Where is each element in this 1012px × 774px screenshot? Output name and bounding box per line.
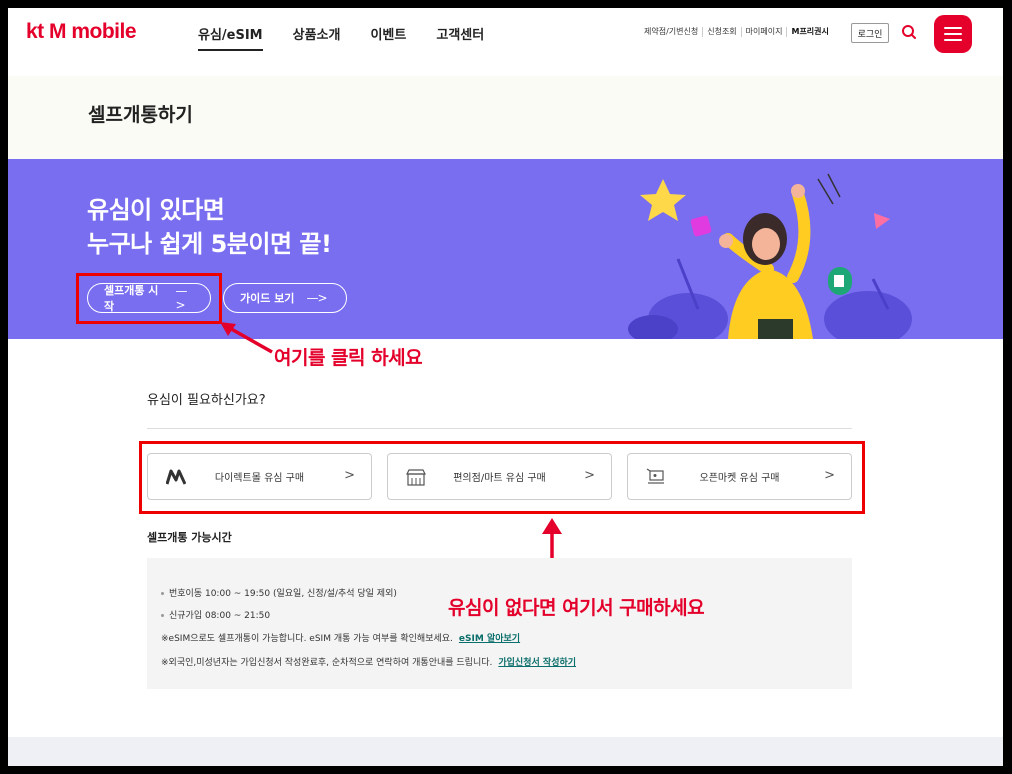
hours-title: 셀프개통 가능시간 (147, 531, 232, 544)
search-icon[interactable] (901, 24, 917, 40)
util-link-mypage[interactable]: 마이페이지 (742, 27, 788, 37)
main-nav: 유심/eSIM 상품소개 이벤트 고객센터 (198, 24, 484, 51)
nav-usim-esim[interactable]: 유심/eSIM (198, 24, 263, 51)
util-links: 제약점/기변신청 신청조회 마이페이지 M프리권시 (640, 27, 833, 37)
logo-text: M mobile (49, 20, 137, 43)
hours-new: 신규가입 08:00 ~ 21:50 (161, 608, 270, 621)
esim-note: ※eSIM으로도 셀프개통이 가능합니다. eSIM 개통 가능 여부를 확인해… (161, 631, 520, 644)
hours-port-in: 번호이동 10:00 ~ 19:50 (일요일, 신정/설/추석 당일 제외) (161, 586, 397, 599)
logo-kt: kt (26, 20, 44, 43)
banner-line2: 누구나 쉽게 5분이면 끝! (87, 230, 332, 258)
annotation-buy-here: 유심이 없다면 여기서 구매하세요 (448, 597, 705, 619)
nav-support[interactable]: 고객센터 (436, 24, 484, 51)
esim-info-link[interactable]: eSIM 알아보기 (459, 634, 520, 644)
menu-line-icon (944, 27, 962, 29)
nav-events[interactable]: 이벤트 (370, 24, 406, 51)
site-header: kt M mobile 유심/eSIM 상품소개 이벤트 고객센터 제약점/기변… (8, 8, 1003, 76)
hero-banner: 유심이 있다면 누구나 쉽게 5분이면 끝! 셀프개통 시작 —> 가이드 보기… (8, 159, 1003, 339)
page-title: 셀프개통하기 (88, 104, 193, 126)
util-link-status[interactable]: 신청조회 (703, 27, 742, 37)
annotation-click-here: 여기를 클릭 하세요 (274, 347, 423, 369)
util-link-store[interactable]: 제약점/기변신청 (640, 27, 704, 37)
hours-info-box: 번호이동 10:00 ~ 19:50 (일요일, 신정/설/추석 당일 제외) … (147, 558, 852, 689)
bullet-icon (161, 614, 164, 617)
annotation-arrow-icon (220, 322, 273, 354)
browser-frame: kt M mobile 유심/eSIM 상품소개 이벤트 고객센터 제약점/기변… (8, 8, 1003, 766)
esim-note-text: ※eSIM으로도 셀프개통이 가능합니다. eSIM 개통 가능 여부를 확인해… (161, 634, 453, 644)
banner-headline: 유심이 있다면 누구나 쉽게 5분이면 끝! (87, 193, 332, 261)
bullet-icon (161, 592, 164, 595)
menu-line-icon (944, 39, 962, 41)
logo[interactable]: kt M mobile (26, 20, 137, 44)
guide-button[interactable]: 가이드 보기 —> (223, 283, 347, 313)
guide-label: 가이드 보기 (240, 292, 295, 305)
nav-products[interactable]: 상품소개 (293, 24, 341, 51)
celebrating-woman-illustration (628, 173, 912, 339)
annotation-highlight-box (76, 273, 222, 324)
arrow-right-icon: —> (306, 291, 327, 305)
foreigner-note: ※외국인,미성년자는 가입신청서 작성완료후, 순차적으로 연락하여 개통안내를… (161, 655, 576, 668)
menu-line-icon (944, 33, 962, 35)
divider (147, 428, 852, 429)
banner-line1: 유심이 있다면 (87, 196, 225, 224)
util-link-mfree[interactable]: M프리권시 (787, 27, 832, 37)
need-usim-title: 유심이 필요하신가요? (147, 393, 266, 408)
application-form-link[interactable]: 가입신청서 작성하기 (498, 658, 576, 668)
footer-strip (8, 737, 1003, 766)
hamburger-menu-button[interactable] (934, 15, 972, 53)
page-header: 셀프개통하기 (8, 76, 1003, 160)
foreigner-note-text: ※외국인,미성년자는 가입신청서 작성완료후, 순차적으로 연락하여 개통안내를… (161, 658, 493, 668)
annotation-highlight-box (139, 441, 865, 514)
login-button[interactable]: 로그인 (851, 23, 889, 43)
